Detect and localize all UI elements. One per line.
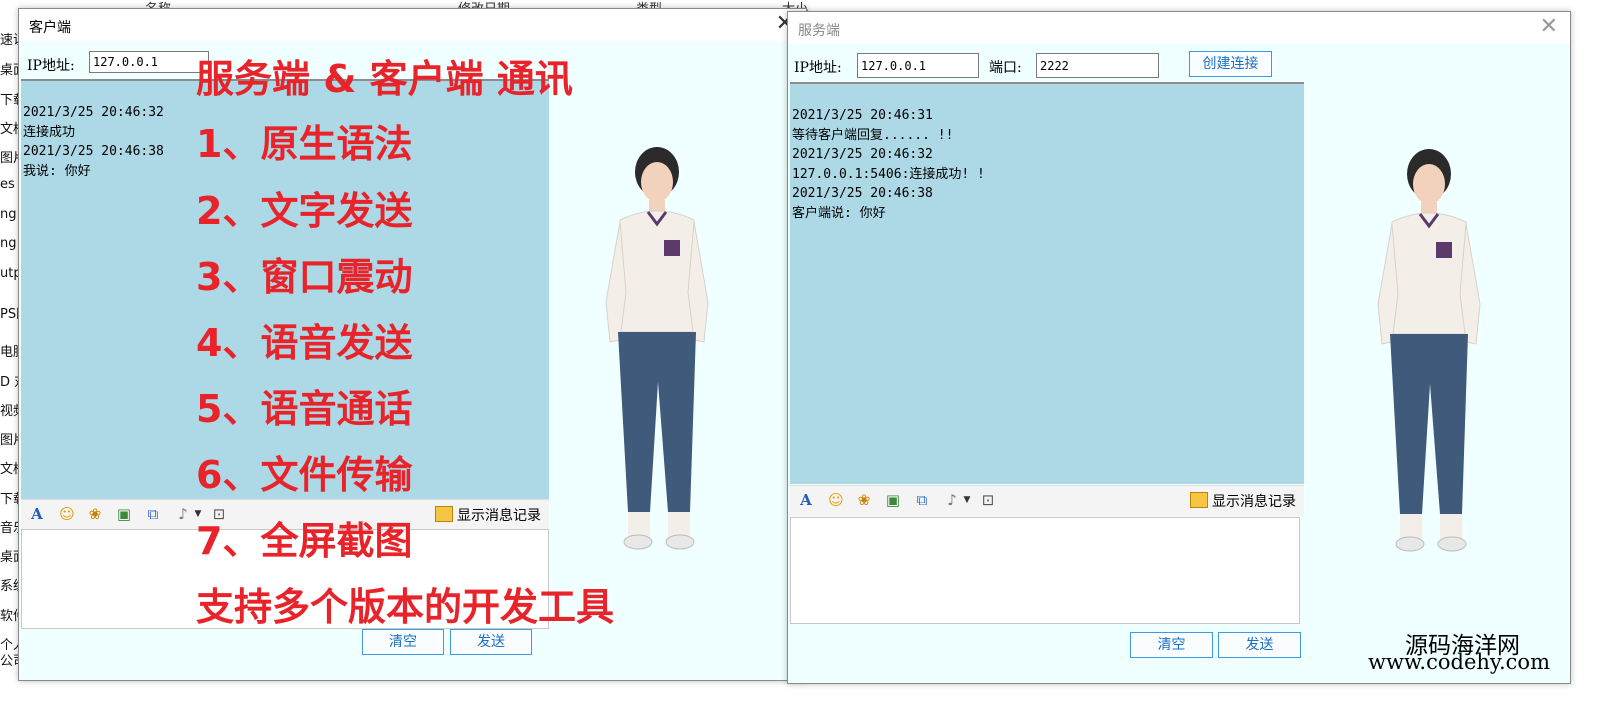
screenshot-icon[interactable]: ⧉	[912, 490, 932, 510]
gift-icon[interactable]: ❀	[854, 490, 874, 510]
close-icon[interactable]: ✕	[1540, 16, 1558, 38]
nav-item[interactable]: es	[0, 177, 15, 192]
server-port-input[interactable]	[1036, 53, 1159, 78]
chat-line: 2021/3/25 20:46:38	[792, 186, 933, 201]
server-ip-input[interactable]	[857, 53, 979, 78]
server-chat-log: 2021/3/25 20:46:31 等待客户端回复...... !! 2021…	[790, 82, 1304, 484]
overlay-feature: 6、文件传输	[196, 453, 413, 497]
client-ip-input[interactable]	[89, 51, 209, 73]
server-ip-label: IP地址:	[794, 60, 842, 76]
dropdown-icon[interactable]: ▼	[962, 490, 972, 510]
image-icon[interactable]: ▣	[883, 490, 903, 510]
screenshot-icon[interactable]: ⧉	[143, 504, 163, 524]
chat-line: 等待客户端回复...... !!	[792, 127, 954, 143]
client-send-button[interactable]: 发送	[450, 629, 532, 655]
font-icon[interactable]: A	[27, 504, 47, 524]
chat-line: 客户端说: 你好	[792, 205, 886, 221]
nav-item[interactable]: ng	[0, 236, 17, 251]
gift-icon[interactable]: ❀	[85, 504, 105, 524]
emoji-icon[interactable]: ☺	[57, 504, 77, 524]
server-title: 服务端	[798, 23, 840, 39]
chat-line: 127.0.0.1:5406:连接成功! !	[792, 166, 985, 182]
overlay-feature: 1、原生语法	[196, 122, 413, 166]
overlay-footer: 支持多个版本的开发工具	[196, 585, 615, 629]
mic-icon[interactable]: ♪	[173, 504, 193, 524]
server-titlebar[interactable]: 服务端 ✕	[788, 12, 1570, 44]
client-title: 客户端	[29, 20, 71, 36]
show-history-button[interactable]: 显示消息记录	[435, 505, 541, 525]
chat-line: 2021/3/25 20:46:32	[792, 147, 933, 162]
explorer-nav: 速访 桌面 下载 文档 图片 es ng ng utp PS网 电脑 D 对 视…	[0, 12, 29, 701]
avatar-figure	[605, 147, 709, 550]
emoji-icon[interactable]: ☺	[826, 490, 846, 510]
history-label: 显示消息记录	[457, 508, 541, 524]
nav-item[interactable]: ng	[0, 207, 17, 222]
history-label: 显示消息记录	[1212, 494, 1296, 510]
overlay-title: 服务端 & 客户端 通讯	[196, 57, 573, 101]
image-icon[interactable]: ▣	[114, 504, 134, 524]
server-port-label: 端口:	[989, 60, 1022, 76]
history-icon	[1190, 492, 1208, 508]
client-ip-label: IP地址:	[27, 58, 75, 74]
overlay-feature: 3、窗口震动	[196, 255, 413, 299]
chat-line: 2021/3/25 20:46:31	[792, 108, 933, 123]
show-history-button[interactable]: 显示消息记录	[1190, 491, 1296, 511]
overlay-feature: 7、全屏截图	[196, 519, 413, 563]
server-toolbar: A ☺ ❀ ▣ ⧉ ♪ ▼ ⊡ 显示消息记录	[790, 485, 1304, 516]
overlay-feature: 4、语音发送	[196, 321, 413, 365]
font-icon[interactable]: A	[796, 490, 816, 510]
client-clear-button[interactable]: 清空	[362, 629, 444, 655]
server-send-button[interactable]: 发送	[1218, 632, 1301, 658]
server-message-input[interactable]	[790, 517, 1300, 624]
shake-icon[interactable]: ⊡	[978, 490, 998, 510]
avatar-figure	[1377, 149, 1481, 552]
server-clear-button[interactable]: 清空	[1130, 632, 1213, 658]
create-connection-button[interactable]: 创建连接	[1189, 51, 1272, 77]
history-icon	[435, 506, 453, 522]
overlay-feature: 2、文字发送	[196, 189, 413, 233]
mic-icon[interactable]: ♪	[942, 490, 962, 510]
watermark-url: www.codehy.com	[1368, 650, 1550, 674]
client-titlebar[interactable]: 客户端 ✕	[19, 9, 806, 41]
overlay-feature: 5、语音通话	[196, 387, 413, 431]
